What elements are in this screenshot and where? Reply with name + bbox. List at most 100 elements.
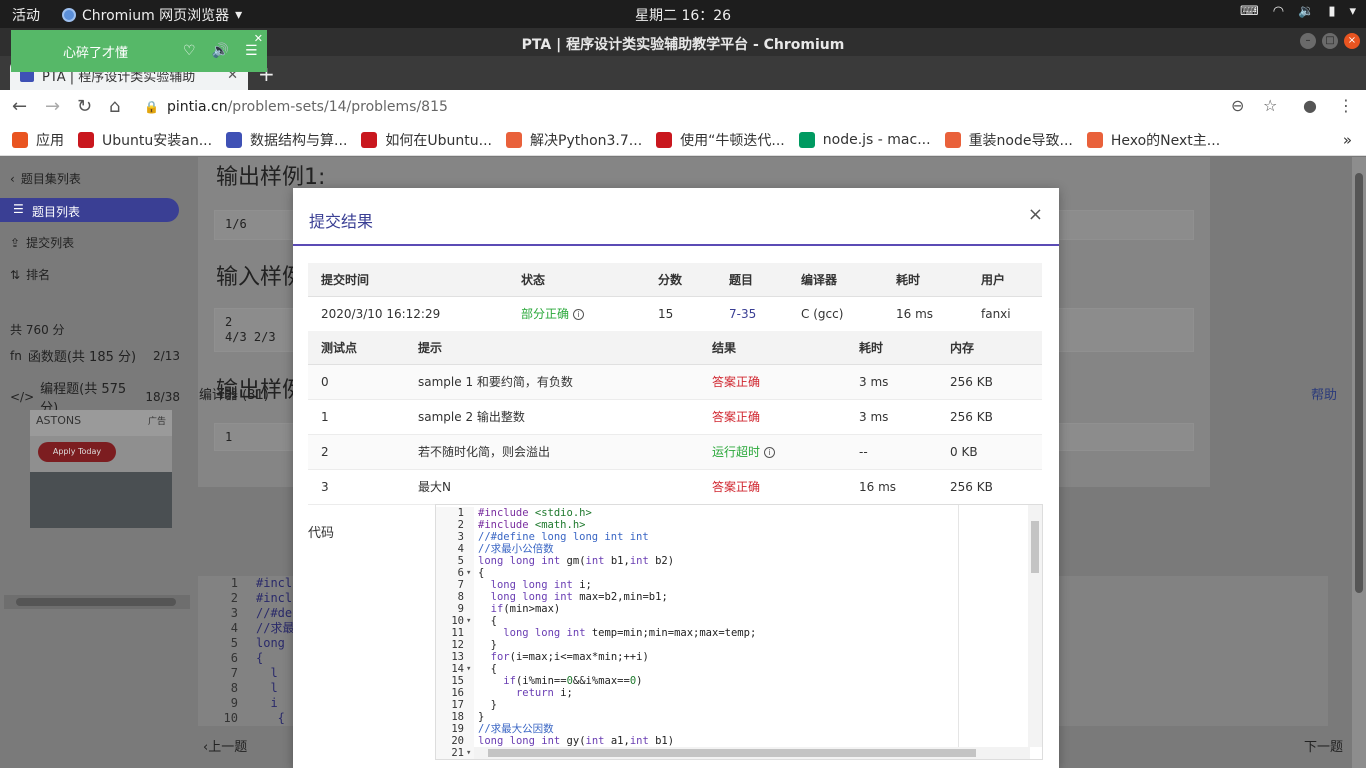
fold-arrow-icon[interactable]: ▾ [466,567,471,579]
fold-arrow-icon[interactable]: ▾ [466,615,471,627]
duration: 16 ms [883,296,968,332]
table-row: 0 sample 1 和要约简，有负数 答案正确 3 ms 256 KB [308,364,1042,400]
info-icon[interactable]: i [764,447,776,458]
menu-dots-icon[interactable]: ⋮ [1338,96,1354,115]
code-line: //求最大公因数 [478,723,554,735]
case-result: 运行超时 i [699,434,846,470]
activities-button[interactable]: 活动 [12,5,40,25]
more-bookmarks-icon[interactable]: » [1343,131,1352,149]
close-window-button[interactable]: × [1344,33,1360,49]
code-header: <math.h> [528,519,586,531]
compiler: C (gcc) [788,296,883,332]
csdn-icon [656,131,673,148]
info-icon[interactable]: i [573,309,585,320]
code-vertical-scrollbar[interactable] [1028,505,1042,747]
playlist-icon[interactable]: ☰ [245,43,258,59]
battery-icon[interactable]: ▮ [1328,4,1335,19]
column-header: 测试点 [308,331,405,365]
editor-code[interactable]: #incl #incl //#de //求最 long { l l i { [256,576,294,726]
home-icon[interactable]: ⌂ [109,96,120,117]
previous-problem-link[interactable]: ‹上一题 [203,736,247,755]
bookmark-item[interactable]: 数据结构与算... [226,130,347,150]
case-time: 3 ms [846,399,937,435]
bookmark-item[interactable]: 使用“牛顿迭代... [656,130,785,150]
bookmark-item[interactable]: node.js - mac... [798,131,931,148]
code-keyword: int [541,555,561,567]
case-id: 0 [308,364,405,400]
keyboard-icon[interactable]: ⌨ [1240,4,1259,19]
jianshu-icon [944,131,961,148]
reload-icon[interactable]: ↻ [77,96,92,117]
sidebar-item-label: 提交列表 [26,236,75,250]
bookmark-item[interactable]: Hexo的Next主... [1086,130,1220,150]
profile-icon[interactable]: ● [1303,96,1317,115]
bookmark-item[interactable]: 应用 [12,130,64,150]
bookmark-item[interactable]: 解决Python3.7... [506,130,642,150]
scrollbar-thumb[interactable] [1355,173,1363,593]
code-horizontal-scrollbar[interactable] [474,747,1030,759]
line-number: 15 [451,675,464,687]
scrollbar-thumb[interactable] [16,598,176,606]
bookmark-item[interactable]: 重装node导致... [944,130,1073,150]
scrollbar-thumb[interactable] [1031,521,1039,573]
heart-icon[interactable]: ♡ [183,43,196,59]
code-keyword: int [585,555,605,567]
bookmark-label: 数据结构与算... [250,132,348,149]
close-icon[interactable]: × [1028,204,1043,225]
back-arrow-icon[interactable]: ← [12,96,27,117]
scrollbar-thumb[interactable] [488,749,976,757]
fold-arrow-icon[interactable]: ▾ [466,747,471,759]
sidebar-item-problems[interactable]: 题目列表 ☰ [0,198,179,222]
music-player-widget[interactable]: 心碎了才懂 ♡ 🔊 ☰ ✕ [11,30,267,72]
lock-icon[interactable]: 🔒 [144,100,159,114]
clock[interactable]: 星期二 16：26 [635,5,731,25]
zoom-icon[interactable]: ⊖ [1231,96,1244,115]
page-scrollbar[interactable] [1352,157,1366,768]
chevron-down-icon[interactable]: ▾ [1349,4,1356,19]
bookmark-item[interactable]: Ubuntu安装an... [78,130,212,150]
code-keyword: if [490,603,504,615]
output-sample-heading: 输出样例1: [216,165,326,190]
function-problems-group[interactable]: fn 函数题(共 185 分) 2/13 [10,346,180,366]
status-badge[interactable]: 部分正确 [521,307,569,321]
bookmark-item[interactable]: 如何在Ubuntu... [361,130,492,150]
volume-icon[interactable]: 🔉 [1298,4,1314,19]
address-bar[interactable]: 🔒 pintia.cn/problem-sets/14/problems/815 [140,93,1290,121]
ad-apply-button[interactable]: Apply Today [38,442,116,462]
case-memory: 256 KB [937,364,1042,400]
close-icon[interactable]: ✕ [254,32,263,45]
sidebar-scrollbar[interactable] [4,595,190,609]
wifi-icon[interactable]: ◠ [1273,4,1284,19]
sidebar-item-problem-sets[interactable]: ‹ 题目集列表 [10,170,81,187]
line-number: 6 [457,567,464,579]
url-text[interactable]: pintia.cn/problem-sets/14/problems/815 [167,99,448,115]
next-problem-link[interactable]: 下一题 [1304,736,1343,755]
app-menu[interactable]: Chromium 网页浏览器 ▾ [62,5,242,25]
line-number: 17 [451,699,464,711]
help-link[interactable]: 帮助 [1311,384,1337,403]
speaker-icon[interactable]: 🔊 [212,43,229,59]
compiler-selector[interactable]: 编译器 (31) [199,384,269,403]
code-keyword: for [490,651,510,663]
fold-arrow-icon[interactable]: ▾ [466,663,471,675]
code-line: } [478,711,485,723]
column-header: 耗时 [883,263,968,297]
minimize-button[interactable]: – [1300,33,1316,49]
code-keyword: long [478,735,504,747]
star-icon[interactable]: ☆ [1263,96,1277,115]
column-header: 用户 [968,263,1042,297]
code-number: 0 [566,675,573,687]
submitted-code-viewer[interactable]: 1 #include <stdio.h> 2 #include <math.h> 3 //… [435,504,1043,760]
bookmark-label: 应用 [36,132,64,149]
sidebar-item-ranking[interactable]: ⇅ 排名 [10,266,50,283]
system-tray[interactable]: ⌨ ◠ 🔉 ▮ ▾ [1240,4,1356,19]
column-header: 耗时 [846,331,937,365]
bookmarks-bar: 应用 Ubuntu安装an... 数据结构与算... 如何在Ubuntu... 解决Py… [0,124,1366,156]
advertisement[interactable]: ASTONS 广告 Apply Today [30,410,172,528]
sidebar-item-submissions[interactable]: ⇪ 提交列表 [10,234,74,251]
forward-arrow-icon[interactable]: → [45,96,60,117]
problem-link[interactable]: 7-35 [716,296,788,332]
code-line: } [478,639,497,651]
maximize-button[interactable]: □ [1322,33,1338,49]
line-number: 11 [451,627,464,639]
